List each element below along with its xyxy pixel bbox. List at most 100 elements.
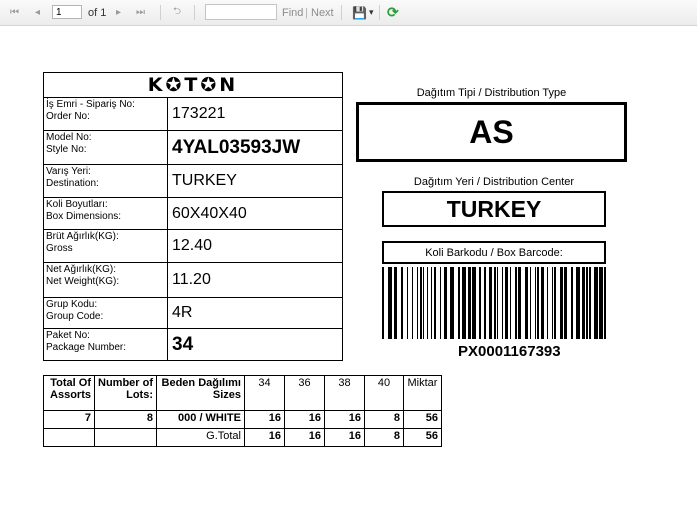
cell-size-38: 16 (324, 410, 365, 429)
barcode-bar (431, 267, 432, 339)
field-label: Koli Boyutları: Box Dimensions: (44, 198, 168, 229)
export-save-icon[interactable]: 💾 (352, 0, 367, 25)
last-page-icon[interactable]: ⏭ (136, 0, 145, 25)
barcode-bar (560, 267, 563, 339)
barcode-bar (510, 267, 511, 339)
field-label: Net Ağırlık(KG): Net Weight(KG): (44, 263, 168, 297)
assortment-table: Total Of Assorts Number of Lots: Beden D… (43, 375, 442, 447)
total-size-38: 16 (324, 428, 365, 447)
total-quantity: 56 (403, 428, 442, 447)
find-separator: | (305, 6, 308, 19)
barcode-bar (401, 267, 403, 339)
barcode-bar (434, 267, 436, 339)
cell-size-40: 8 (364, 410, 404, 429)
back-icon[interactable]: ⮌ (173, 0, 181, 25)
toolbar-separator (194, 5, 195, 20)
barcode-bar (604, 267, 606, 339)
cell-size-34: 16 (244, 410, 285, 429)
field-label: Brüt Ağırlık(KG): Gross (44, 230, 168, 262)
previous-page-icon[interactable]: ◂ (35, 0, 40, 25)
box-dimensions-row: Koli Boyutları: Box Dimensions: 60X40X40 (44, 198, 342, 230)
barcode-bar (489, 267, 492, 339)
barcode-bar (576, 267, 580, 339)
barcode-bar (505, 267, 508, 339)
barcode-bar (515, 267, 517, 339)
barcode-bar (518, 267, 521, 339)
barcode-bar (586, 267, 588, 339)
gross-weight-value: 12.40 (172, 237, 213, 254)
barcode-bar (450, 267, 454, 339)
distribution-type-caption: Dağıtım Tipi / Distribution Type (416, 87, 567, 99)
box-barcode (382, 267, 606, 339)
barcode-bar (535, 267, 536, 339)
barcode-bar (484, 267, 486, 339)
order-no-value: 173221 (172, 105, 226, 122)
barcode-bar (468, 267, 471, 339)
package-number-value: 34 (172, 333, 194, 355)
barcode-bar (472, 267, 476, 339)
net-weight-value: 11.20 (172, 271, 211, 288)
next-page-icon[interactable]: ▸ (116, 0, 121, 25)
toolbar-separator (379, 5, 380, 20)
box-dimensions-value: 60X40X40 (172, 204, 247, 222)
barcode-bar (564, 267, 567, 339)
header-size-34: 34 (244, 375, 285, 411)
barcode-bar (444, 267, 447, 339)
barcode-bar (599, 267, 603, 339)
cell-quantity: 56 (403, 410, 442, 429)
style-no-value: 4YAL03593JW (172, 136, 301, 158)
barcode-bar (530, 267, 531, 339)
destination-row: Varış Yeri: Destination: TURKEY (44, 165, 342, 198)
total-size-40: 8 (364, 428, 404, 447)
find-text-input[interactable] (205, 4, 277, 20)
grand-total-label: G.Total (156, 428, 245, 447)
barcode-bar (427, 267, 428, 339)
total-size-36: 16 (284, 428, 325, 447)
barcode-bar (417, 267, 418, 339)
refresh-icon[interactable]: ⟳ (387, 0, 399, 25)
total-size-34: 16 (244, 428, 285, 447)
export-dropdown-icon[interactable]: ▾ (369, 0, 374, 25)
barcode-bar (458, 267, 460, 339)
page-number-input[interactable] (52, 5, 82, 19)
find-next-link[interactable]: Next (311, 0, 334, 25)
barcode-bar (407, 267, 408, 339)
header-quantity: Miktar (403, 375, 442, 411)
barcode-bar (582, 267, 585, 339)
header-sizes: Beden Dağılımı Sizes (156, 375, 245, 411)
barcode-bar (589, 267, 591, 339)
barcode-number: PX0001167393 (458, 343, 561, 360)
report-toolbar: ⏮ ◂ of 1 ▸ ⏭ ⮌ Find | Next 💾 ▾ ⟳ (0, 0, 697, 26)
field-label: Varış Yeri: Destination: (44, 165, 168, 197)
cell-empty (94, 428, 157, 447)
group-code-value: 4R (172, 304, 193, 321)
cell-number-of-lots: 8 (94, 410, 157, 429)
barcode-bar (479, 267, 481, 339)
barcode-bar (420, 267, 422, 339)
find-link[interactable]: Find (282, 0, 303, 25)
net-weight-row: Net Ağırlık(KG): Net Weight(KG): 11.20 (44, 263, 342, 298)
destination-value: TURKEY (172, 172, 237, 189)
barcode-bar (388, 267, 392, 339)
field-label: Paket No: Package Number: (44, 329, 168, 360)
field-label: İş Emri - Sipariş No: Order No: (44, 98, 168, 130)
barcode-bar (412, 267, 413, 339)
first-page-icon[interactable]: ⏮ (10, 0, 19, 25)
style-no-row: Model No: Style No: 4YAL03593JW (44, 131, 342, 165)
barcode-bar (440, 267, 441, 339)
cell-empty (43, 428, 95, 447)
toolbar-separator (341, 5, 342, 20)
field-label: Grup Kodu: Group Code: (44, 298, 168, 328)
group-code-row: Grup Kodu: Group Code: 4R (44, 298, 342, 329)
order-no-row: İş Emri - Sipariş No: Order No: 173221 (44, 98, 342, 131)
table-row: 7 8 000 / WHITE 16 16 16 8 56 (43, 410, 442, 429)
barcode-bar (462, 267, 466, 339)
barcode-bar (382, 267, 384, 339)
header-total-assorts: Total Of Assorts (43, 375, 95, 411)
shipping-info-table: K✪T✪N İş Emri - Sipariş No: Order No: 173… (43, 72, 343, 361)
barcode-bar (423, 267, 424, 339)
cell-total-assorts: 7 (43, 410, 95, 429)
barcode-bar (571, 267, 573, 339)
page-count-label: of 1 (88, 6, 107, 19)
barcode-bar (547, 267, 548, 339)
